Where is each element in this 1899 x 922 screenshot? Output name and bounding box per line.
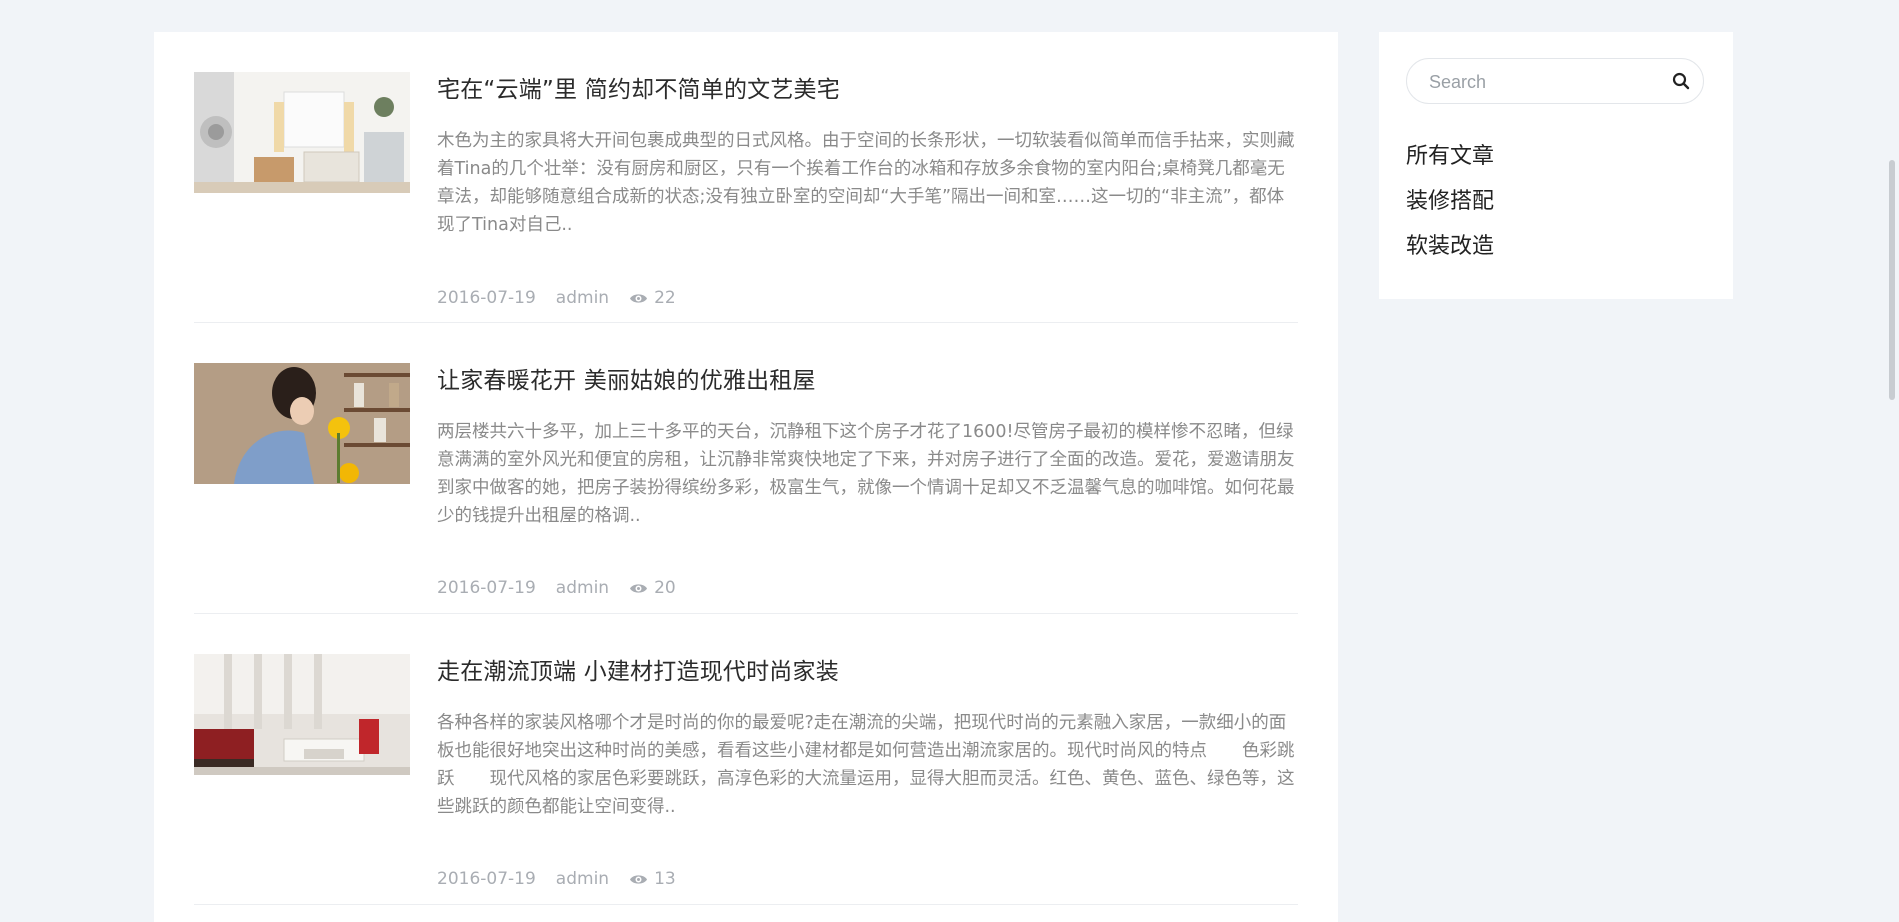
article-excerpt: 木色为主的家具将大开间包裹成典型的日式风格。由于空间的长条形状，一切软装看似简单…	[437, 131, 1295, 235]
article-item: 走在潮流顶端 小建材打造现代时尚家装 各种各样的家装风格哪个才是时尚的你的最爱呢…	[194, 654, 1298, 906]
article-meta: 2016-07-19 admin 20	[437, 578, 676, 598]
article-title[interactable]: 宅在“云端”里 简约却不简单的文艺美宅	[437, 70, 840, 104]
article-view-count: 20	[654, 578, 676, 598]
article-date: 2016-07-19	[437, 288, 536, 308]
article-excerpt: 各种各样的家装风格哪个才是时尚的你的最爱呢?走在潮流的尖端，把现代时尚的元素融入…	[437, 713, 1295, 817]
article-author[interactable]: admin	[556, 869, 609, 889]
scrollbar-thumb[interactable]	[1889, 160, 1895, 400]
eye-icon	[629, 292, 648, 305]
article-excerpt: 两层楼共六十多平，加上三十多平的天台，沉静租下这个房子才花了1600!尽管房子最…	[437, 422, 1295, 526]
eye-icon	[629, 873, 648, 886]
article-item: 让家春暖花开 美丽姑娘的优雅出租屋 两层楼共六十多平，加上三十多平的天台，沉静租…	[194, 363, 1298, 615]
article-views: 20	[629, 578, 676, 598]
sidebar: 所有文章 装修搭配 软装改造	[1379, 32, 1733, 299]
search-input[interactable]	[1427, 59, 1661, 105]
article-thumbnail[interactable]	[194, 72, 410, 193]
article-view-count: 13	[654, 869, 676, 889]
article-item: 宅在“云端”里 简约却不简单的文艺美宅 木色为主的家具将大开间包裹成典型的日式风…	[194, 72, 1298, 324]
scrollbar[interactable]	[1885, 0, 1899, 910]
article-view-count: 22	[654, 288, 676, 308]
article-author[interactable]: admin	[556, 578, 609, 598]
article-author[interactable]: admin	[556, 288, 609, 308]
article-list: 宅在“云端”里 简约却不简单的文艺美宅 木色为主的家具将大开间包裹成典型的日式风…	[154, 32, 1338, 922]
search-box	[1406, 58, 1704, 105]
article-meta: 2016-07-19 admin 13	[437, 869, 676, 889]
article-date: 2016-07-19	[437, 578, 536, 598]
article-views: 22	[629, 288, 676, 308]
article-title[interactable]: 走在潮流顶端 小建材打造现代时尚家装	[437, 652, 839, 686]
divider	[194, 322, 1298, 323]
divider	[194, 613, 1298, 614]
category-item[interactable]: 所有文章	[1406, 134, 1494, 179]
category-item[interactable]: 软装改造	[1406, 224, 1494, 269]
category-item[interactable]: 装修搭配	[1406, 179, 1494, 224]
article-thumbnail[interactable]	[194, 654, 410, 775]
article-meta: 2016-07-19 admin 22	[437, 288, 676, 308]
article-thumbnail[interactable]	[194, 363, 410, 484]
article-date: 2016-07-19	[437, 869, 536, 889]
eye-icon	[629, 582, 648, 595]
article-views: 13	[629, 869, 676, 889]
divider	[194, 904, 1298, 905]
category-list: 所有文章 装修搭配 软装改造	[1406, 134, 1494, 269]
article-title[interactable]: 让家春暖花开 美丽姑娘的优雅出租屋	[437, 361, 816, 395]
search-icon[interactable]	[1671, 71, 1691, 91]
